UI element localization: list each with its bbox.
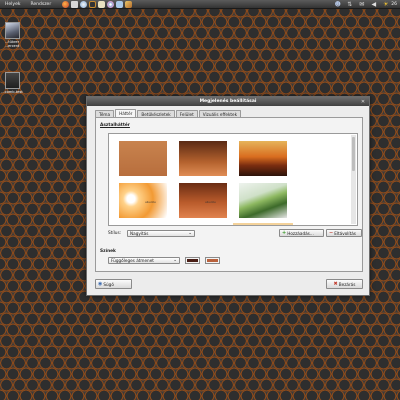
wallpaper-thumbnail[interactable] <box>179 183 227 218</box>
desktop-icon-label: ...comb-test <box>1 90 23 94</box>
clock[interactable]: 26 <box>391 2 397 7</box>
wallpaper-section-label: Asztalháttér <box>100 123 130 128</box>
tab-visual-effects[interactable]: Vizuális effektek <box>198 110 242 117</box>
style-select-value: Nagyítás <box>130 231 149 236</box>
primary-color-swatch <box>187 259 198 262</box>
network-icon[interactable]: ⇅ <box>346 1 353 8</box>
help-icon[interactable] <box>80 0 88 8</box>
close-button[interactable]: ✖ Bezárás <box>326 279 363 289</box>
color-mode-select[interactable]: Függőleges átmenet ⌄ <box>108 257 180 264</box>
colors-row: Függőleges átmenet ⌄ <box>108 257 220 264</box>
top-panel: Helyek Rendszer ☻ ⇅ ✉ ◀ ☀ 26 <box>0 0 400 9</box>
tab-theme[interactable]: Téma <box>95 110 115 117</box>
primary-color-button[interactable] <box>185 257 200 264</box>
wallpaper-list[interactable]: ubuntu ubuntu <box>108 133 358 226</box>
colors-section-label: Színek <box>100 249 116 254</box>
help-circle-icon: ◉ <box>98 281 103 287</box>
firefox-icon[interactable] <box>62 0 70 8</box>
minus-icon: − <box>329 230 334 236</box>
mail-icon[interactable] <box>71 0 79 8</box>
remove-button[interactable]: − Eltávolítás <box>326 229 362 237</box>
help-button[interactable]: ◉ Súgó <box>95 279 132 289</box>
tab-background[interactable]: Háttér <box>115 109 137 117</box>
thumbnail-caption: ubuntu <box>145 200 156 204</box>
dialog-title: Megjelenés beállításai <box>199 99 257 104</box>
tab-interface[interactable]: Felület <box>175 110 198 117</box>
envelope-icon[interactable]: ✉ <box>358 1 365 8</box>
weather-sun-icon[interactable]: ☀ <box>382 1 389 8</box>
color-mode-value: Függőleges átmenet <box>111 258 154 263</box>
desktop-icon-2[interactable]: ...comb-test <box>0 72 24 94</box>
close-icon[interactable]: ✕ <box>360 99 366 105</box>
desktop-icon-image <box>4 22 20 39</box>
notes-icon[interactable] <box>98 0 106 8</box>
tab-fonts[interactable]: Betűkészletek <box>137 110 175 117</box>
dialog-titlebar[interactable]: Megjelenés beállításai ✕ <box>87 97 369 106</box>
wallpaper-thumbnail[interactable] <box>119 183 167 218</box>
help-button-label: Súgó <box>103 281 114 287</box>
secondary-color-swatch <box>207 259 218 262</box>
desktop-icon-1[interactable]: ...tükrer ...ercent <box>0 22 24 48</box>
wallpaper-thumbnail[interactable] <box>119 141 167 176</box>
style-label: Stílus: <box>108 231 122 236</box>
menu-places[interactable]: Helyek <box>0 2 25 7</box>
close-icon: ✖ <box>333 281 338 287</box>
wallpaper-thumbnail[interactable] <box>239 183 287 218</box>
wallpaper-list-scrollbar[interactable] <box>351 135 356 224</box>
terminal-icon[interactable] <box>89 0 97 8</box>
system-tray: ☻ ⇅ ✉ ◀ ☀ 26 <box>329 1 400 8</box>
selected-wallpaper-highlight <box>233 223 293 225</box>
image-icon[interactable] <box>125 0 133 8</box>
chevron-down-icon: ⌄ <box>173 258 177 263</box>
cd-icon[interactable] <box>107 0 115 8</box>
user-icon[interactable]: ☻ <box>334 1 341 8</box>
style-select[interactable]: Nagyítás ⌄ <box>127 230 195 237</box>
style-row: Stílus: Nagyítás ⌄ <box>108 230 195 237</box>
scrollbar-thumb[interactable] <box>352 137 355 171</box>
thumbnail-caption: ubuntu <box>205 200 216 204</box>
close-button-label: Bezárás <box>338 281 356 287</box>
appearance-dialog: Megjelenés beállításai ✕ Téma Háttér Bet… <box>86 96 370 296</box>
volume-icon[interactable]: ◀ <box>370 1 377 8</box>
wallpaper-thumbnail[interactable] <box>239 141 287 176</box>
launcher-group <box>62 0 134 8</box>
desktop-icon-label: ...tükrer ...ercent <box>4 40 20 48</box>
chevron-down-icon: ⌄ <box>188 231 192 236</box>
secondary-color-button[interactable] <box>205 257 220 264</box>
remove-button-label: Eltávolítás <box>334 230 356 236</box>
tab-bar: Téma Háttér Betűkészletek Felület Vizuál… <box>95 109 242 117</box>
desktop-icon-image <box>4 72 20 89</box>
plus-icon: + <box>282 230 287 236</box>
menu-system[interactable]: Rendszer <box>25 2 56 7</box>
editor-icon[interactable] <box>116 0 124 8</box>
background-tab-panel: Asztalháttér ubuntu ubuntu Stílus: Nagyí… <box>95 117 363 272</box>
add-button-label: Hozzáadás... <box>287 230 314 236</box>
add-button[interactable]: + Hozzáadás... <box>279 229 324 237</box>
wallpaper-thumbnail[interactable] <box>179 141 227 176</box>
